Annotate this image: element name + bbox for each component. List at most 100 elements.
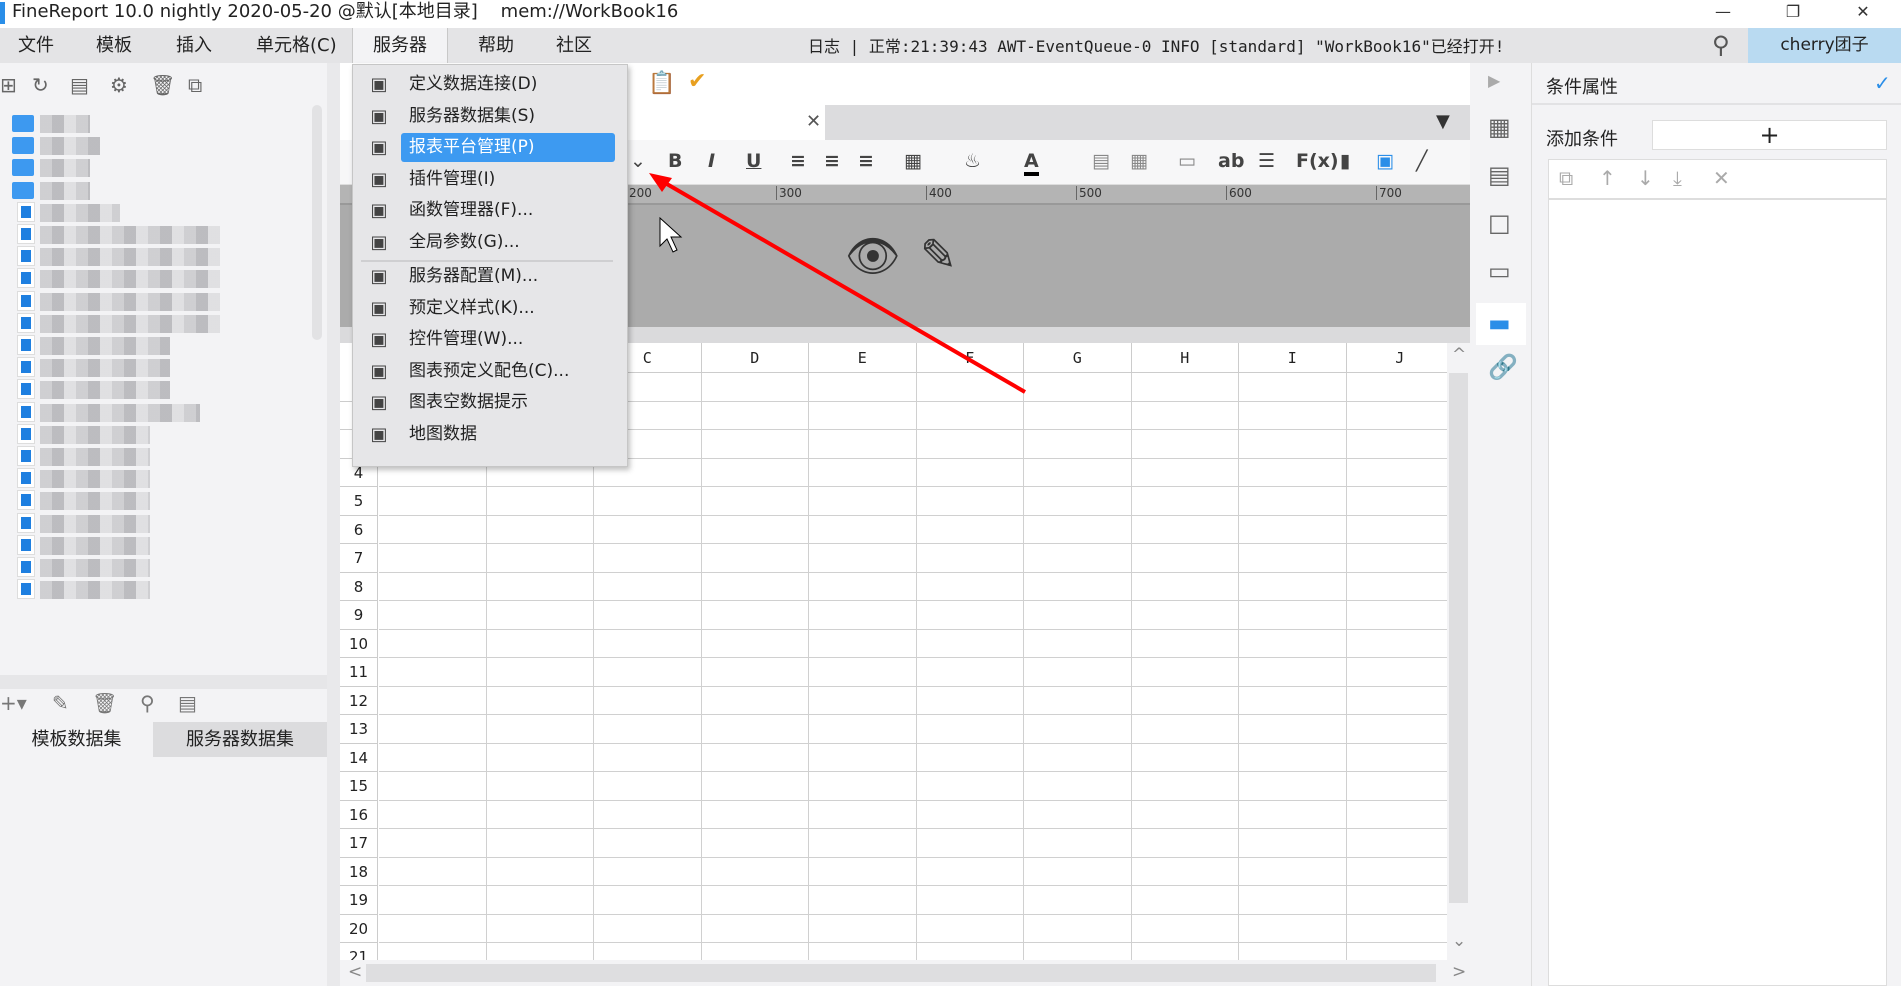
cell[interactable] bbox=[379, 629, 487, 658]
scroll-right-icon[interactable]: > bbox=[1452, 962, 1466, 982]
underline-icon[interactable]: U bbox=[746, 150, 761, 172]
new-folder-icon[interactable]: ⊞ bbox=[0, 73, 17, 97]
cell[interactable] bbox=[916, 401, 1024, 430]
cell[interactable] bbox=[594, 772, 702, 801]
cell[interactable] bbox=[1024, 800, 1132, 829]
menu-item[interactable]: ▣ 服务器数据集(S) bbox=[353, 101, 629, 132]
cell[interactable] bbox=[1346, 886, 1447, 915]
cell[interactable] bbox=[701, 601, 809, 630]
cell[interactable] bbox=[1024, 886, 1132, 915]
cell[interactable] bbox=[916, 544, 1024, 573]
cell[interactable] bbox=[809, 515, 917, 544]
menu-cell[interactable]: 单元格(C) bbox=[246, 28, 347, 63]
cell[interactable] bbox=[1131, 401, 1239, 430]
cell[interactable] bbox=[1346, 373, 1447, 402]
tree-item-cpt[interactable] bbox=[10, 577, 310, 604]
cell[interactable] bbox=[702, 943, 809, 960]
menu-item[interactable]: ▣ 图表空数据提示 bbox=[353, 387, 629, 418]
row-header[interactable]: 8 bbox=[340, 572, 378, 601]
row-header[interactable]: 15 bbox=[340, 772, 378, 801]
cell[interactable] bbox=[1024, 601, 1132, 630]
cell[interactable] bbox=[1346, 829, 1447, 858]
cell[interactable] bbox=[486, 857, 594, 886]
column-header[interactable]: D bbox=[701, 343, 809, 373]
italic-icon[interactable]: I bbox=[708, 150, 715, 172]
cell[interactable] bbox=[486, 629, 594, 658]
cell[interactable] bbox=[594, 743, 702, 772]
cell[interactable] bbox=[1131, 743, 1239, 772]
cell[interactable] bbox=[1239, 487, 1347, 516]
cell[interactable] bbox=[1024, 743, 1132, 772]
cell[interactable] bbox=[486, 601, 594, 630]
row-header[interactable]: 16 bbox=[340, 800, 378, 829]
copy-icon[interactable]: ⧉ bbox=[188, 73, 202, 97]
cell[interactable] bbox=[1024, 772, 1132, 801]
cell[interactable] bbox=[701, 800, 809, 829]
cell[interactable] bbox=[916, 629, 1024, 658]
cell[interactable] bbox=[594, 800, 702, 829]
align-right-icon[interactable]: ≡ bbox=[858, 150, 874, 172]
cell[interactable] bbox=[1131, 629, 1239, 658]
cell[interactable] bbox=[1024, 686, 1132, 715]
formula-icon[interactable]: F(x) bbox=[1296, 150, 1339, 172]
cell[interactable] bbox=[1346, 601, 1447, 630]
menu-template[interactable]: 模板 bbox=[86, 28, 142, 63]
chart-icon[interactable]: ▮ bbox=[1340, 150, 1350, 172]
cell[interactable] bbox=[1131, 515, 1239, 544]
cell[interactable] bbox=[379, 515, 487, 544]
cell[interactable] bbox=[809, 373, 917, 402]
cell[interactable] bbox=[1131, 430, 1239, 459]
row-header[interactable]: 17 bbox=[340, 829, 378, 858]
cell[interactable] bbox=[1131, 601, 1239, 630]
cell[interactable] bbox=[1131, 658, 1239, 687]
cell[interactable] bbox=[486, 914, 594, 943]
cell[interactable] bbox=[1346, 658, 1447, 687]
cell[interactable] bbox=[1346, 687, 1447, 715]
cell[interactable] bbox=[486, 715, 594, 744]
restore-button[interactable]: ❐ bbox=[1770, 0, 1816, 24]
row-header[interactable]: 19 bbox=[340, 886, 378, 915]
column-header[interactable]: I bbox=[1239, 343, 1347, 373]
cell[interactable] bbox=[1132, 943, 1239, 960]
cell[interactable] bbox=[809, 943, 917, 960]
cell[interactable] bbox=[379, 800, 487, 829]
menu-community[interactable]: 社区 bbox=[546, 28, 602, 63]
edit-pencil-icon[interactable]: ✎ bbox=[920, 230, 957, 281]
search-icon[interactable]: ⚲ bbox=[1712, 31, 1730, 59]
menu-insert[interactable]: 插入 bbox=[166, 28, 222, 63]
cell[interactable] bbox=[916, 914, 1024, 943]
cell[interactable] bbox=[1024, 544, 1132, 573]
cell[interactable] bbox=[809, 772, 917, 801]
cell[interactable] bbox=[701, 487, 809, 516]
cell[interactable] bbox=[1346, 516, 1447, 544]
open-template-icon[interactable]: ▤ bbox=[70, 73, 89, 97]
cell[interactable] bbox=[916, 715, 1024, 744]
row-header[interactable]: 13 bbox=[340, 715, 378, 744]
menu-item[interactable]: ▣ 定义数据连接(D) bbox=[353, 69, 629, 100]
cell[interactable] bbox=[916, 772, 1024, 801]
cell[interactable] bbox=[809, 715, 917, 744]
cell[interactable] bbox=[916, 743, 1024, 772]
cell[interactable] bbox=[1239, 658, 1347, 687]
refresh-icon[interactable]: ↻ bbox=[32, 73, 49, 97]
split-cells-icon[interactable]: ▦ bbox=[1130, 150, 1148, 172]
cell[interactable] bbox=[1024, 373, 1132, 402]
cell[interactable] bbox=[1024, 458, 1132, 487]
cell[interactable] bbox=[486, 743, 594, 772]
cell[interactable] bbox=[379, 686, 487, 715]
cell[interactable] bbox=[594, 829, 702, 858]
minimize-button[interactable]: — bbox=[1700, 0, 1746, 24]
cell[interactable] bbox=[1239, 914, 1347, 943]
row-header[interactable]: 14 bbox=[340, 743, 378, 772]
cell[interactable] bbox=[916, 458, 1024, 487]
cell[interactable] bbox=[809, 629, 917, 658]
cell[interactable] bbox=[379, 943, 487, 960]
scroll-left-icon[interactable]: < bbox=[348, 962, 362, 982]
cell[interactable] bbox=[701, 373, 809, 402]
font-size-dropdown-icon[interactable]: ⌄ bbox=[630, 150, 646, 172]
text-icon[interactable]: ab bbox=[1218, 150, 1244, 172]
cell[interactable] bbox=[1239, 430, 1347, 459]
cell[interactable] bbox=[1024, 943, 1132, 960]
cell[interactable] bbox=[1239, 373, 1347, 402]
panel-divider[interactable] bbox=[0, 675, 327, 689]
